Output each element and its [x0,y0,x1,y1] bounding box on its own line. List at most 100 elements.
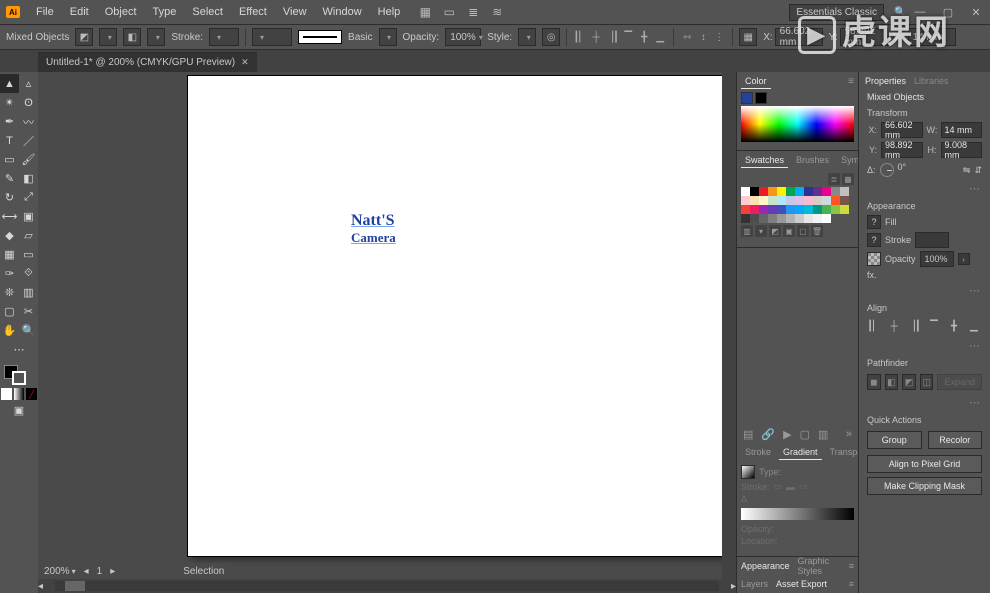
tab-graphic-styles-bottom[interactable]: Graphic Styles [798,556,833,576]
menu-view[interactable]: View [275,0,315,24]
menu-help[interactable]: Help [370,0,409,24]
icon-artboards-mini[interactable]: ▢ [800,428,810,441]
swatch-chip[interactable] [777,187,786,196]
angle-dial-icon[interactable] [880,163,894,177]
scroll-right-icon[interactable]: ▸ [731,581,736,592]
swatch-chip[interactable] [795,214,804,223]
gradient-slider[interactable] [741,508,854,520]
swatch-chip[interactable] [786,196,795,205]
swatch-chip[interactable] [840,187,849,196]
document-tab[interactable]: Untitled-1* @ 200% (CMYK/GPU Preview) ✕ [38,52,257,72]
color-spectrum[interactable] [741,106,854,142]
swatch-chip[interactable] [795,187,804,196]
swatch-grid-view-icon[interactable]: ▦ [842,173,854,185]
icon-links-mini[interactable]: 🔗 [761,428,775,441]
swatch-chip[interactable] [831,196,840,205]
gradient-tool[interactable]: ▭ [19,245,38,264]
align-hcenter-btn[interactable]: ┼ [887,319,901,333]
swatch-chip[interactable] [804,196,813,205]
pf-exclude-icon[interactable]: ◫ [920,374,934,390]
artboard-nav-value[interactable]: 1 [97,566,103,577]
layers-menu-icon[interactable]: ≡ [849,579,854,589]
gradient-stroke-opt1[interactable]: ▭ [774,481,783,492]
swatch-chip[interactable] [813,214,822,223]
tab-libraries[interactable]: Libraries [914,76,949,86]
swatch-chip[interactable] [759,187,768,196]
align-more-icon[interactable]: ⋯ [859,337,990,354]
menu-effect[interactable]: Effect [231,0,275,24]
stroke-swatch[interactable]: ? [867,233,881,247]
swatch-chip[interactable] [822,196,831,205]
pathfinder-more-icon[interactable]: ⋯ [859,394,990,411]
menu-object[interactable]: Object [97,0,145,24]
align-pixel-grid-button[interactable]: Align to Pixel Grid [867,455,982,473]
appearance-more-icon[interactable]: ⋯ [859,282,990,299]
opacity-go-icon[interactable]: › [958,253,970,265]
search-icon[interactable]: 🔍 [888,7,906,18]
swatch-lib-icon[interactable]: ▥ [741,225,753,237]
dist-h-icon[interactable]: ⇿ [680,30,694,44]
type-tool[interactable]: T [0,131,19,150]
w-field[interactable]: 14 mm [908,28,956,46]
tab-swatches[interactable]: Swatches [741,153,788,168]
width-tool[interactable]: ⟷ [0,207,19,226]
recolor-icon[interactable]: ◎ [542,28,560,46]
tab-layers-bottom[interactable]: Layers [741,579,768,589]
align-bottom-btn[interactable]: ▁ [967,319,981,333]
selection-tool[interactable]: ▲ [0,74,19,93]
stroke-dropdown[interactable] [147,28,165,46]
window-close-icon[interactable]: ✕ [962,6,990,19]
menu-select[interactable]: Select [184,0,231,24]
swatch-group-icon[interactable]: ▣ [783,225,795,237]
appearance-menu-icon[interactable]: ≡ [849,561,854,571]
swatch-chip[interactable] [768,205,777,214]
tab-gradient[interactable]: Gradient [779,445,822,460]
artboard-tool[interactable]: ▢ [0,302,19,321]
swatch-chip[interactable] [822,205,831,214]
gradient-preview-chip[interactable] [741,465,755,479]
edit-toolbar-icon[interactable]: ⋯ [0,340,38,359]
pf-intersect-icon[interactable]: ◩ [902,374,916,390]
menu-type[interactable]: Type [145,0,185,24]
color-fill-stroke-chips[interactable] [741,92,854,104]
canvas-area[interactable]: Natt'S Camera 200%▾ ◂ 1 ▸ Selection ◂ ▸ [38,72,736,593]
menu-edit[interactable]: Edit [62,0,97,24]
fill-swatch[interactable]: ? [867,215,881,229]
swatch-chip[interactable] [804,214,813,223]
icon-actions-mini[interactable]: ▶ [783,428,791,441]
swatch-delete-icon[interactable]: 🗑 [811,225,823,237]
y-field[interactable]: 98.892 mm [840,28,888,46]
blend-tool[interactable]: ⟐ [19,264,38,283]
direct-selection-tool[interactable]: ▵ [19,74,38,93]
swatch-chip[interactable] [750,196,759,205]
make-clipping-mask-button[interactable]: Make Clipping Mask [867,477,982,495]
stroke-weight-field[interactable] [209,28,239,46]
mesh-tool[interactable]: ▦ [0,245,19,264]
rotate-tool[interactable]: ↻ [0,188,19,207]
zoom-tool[interactable]: 🔍 [19,321,38,340]
x-field[interactable]: 66.602 mm [775,28,823,46]
color-mode-none[interactable]: ╱ [26,388,37,400]
arrange-icon[interactable]: ≣ [466,5,480,19]
swatch-grid[interactable] [741,187,855,223]
graphic-style-dropdown[interactable] [518,28,536,46]
prop-x-field[interactable]: 66.602 mm [881,122,923,138]
dist-spacing-icon[interactable]: ⋮ [712,30,726,44]
swatch-chip[interactable] [813,205,822,214]
line-tool[interactable]: ／ [19,131,38,150]
stroke-swatch-button[interactable]: ◧ [123,28,141,46]
group-button[interactable]: Group [867,431,922,449]
align-right-icon[interactable]: ▕┃ [605,30,619,44]
stroke-weight-prop[interactable] [915,232,949,248]
tab-asset-export-bottom[interactable]: Asset Export [776,579,827,589]
swatch-chip[interactable] [795,205,804,214]
tab-stroke2[interactable]: Stroke [741,445,775,459]
gpu-icon[interactable]: ≋ [490,5,504,19]
swatch-chip[interactable] [741,196,750,205]
swatch-chip[interactable] [840,205,849,214]
swatch-chip[interactable] [786,187,795,196]
swatch-chip[interactable] [786,205,795,214]
icon-expand-mini[interactable]: » [846,428,852,440]
prop-y-field[interactable]: 98.892 mm [881,142,923,158]
stock-icon[interactable]: ▭ [442,5,456,19]
